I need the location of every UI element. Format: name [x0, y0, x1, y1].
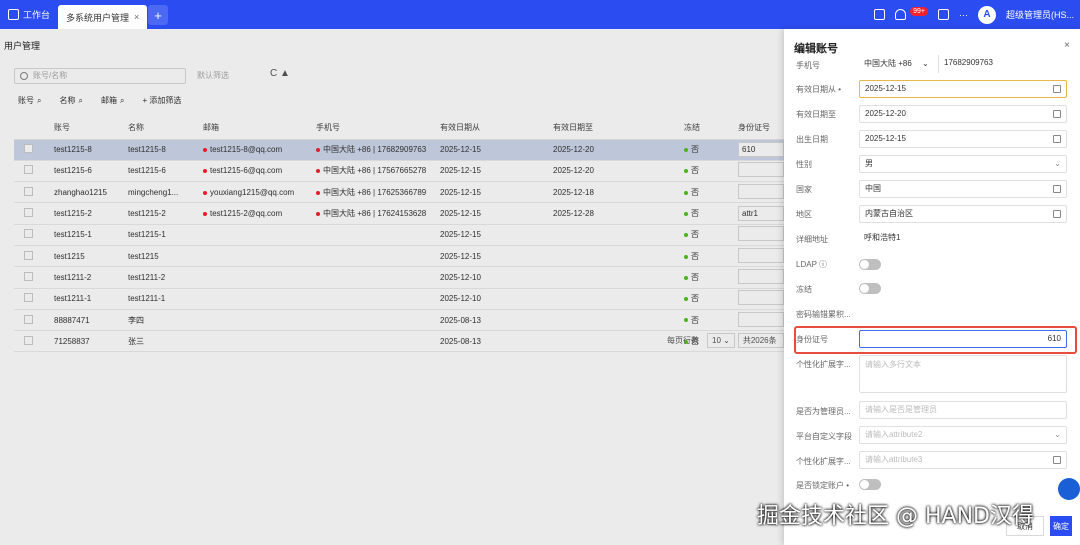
top-bar: 工作台 多系统用户管理 × + 99+ ··· A 超级管理员(HS... [0, 0, 1080, 29]
chevron-down-icon: ⌄ [1054, 159, 1061, 168]
calendar-icon[interactable] [1053, 110, 1061, 118]
phone-label: 手机号 [796, 61, 820, 70]
tab-home-label: 工作台 [23, 9, 51, 20]
region-label: 地区 [796, 210, 812, 219]
country-input[interactable]: 中国 [859, 180, 1067, 198]
assistant-icon[interactable] [1058, 478, 1080, 500]
admin-input[interactable]: 请输入是否是管理员 [859, 401, 1067, 419]
ext2-input[interactable]: 请输入attribute3 [859, 451, 1067, 469]
lock-label: 是否锁定账户 • [796, 481, 850, 490]
address-input[interactable]: 呼和浩特1 [859, 230, 1067, 248]
pwd-error-label: 密码输错累积... [796, 310, 851, 319]
calendar-icon[interactable] [1053, 456, 1061, 464]
ldap-label: LDAP ⓘ [796, 260, 827, 269]
country-label: 国家 [796, 185, 812, 194]
bell-icon[interactable] [895, 9, 907, 20]
calendar-icon[interactable] [1053, 135, 1061, 143]
user-name[interactable]: 超级管理员(HS... [1006, 8, 1074, 21]
drawer-title: 编辑账号 [794, 43, 838, 55]
chevron-down-icon: ⌄ [922, 59, 929, 68]
top-right-tools: 99+ ··· A 超级管理员(HS... [874, 0, 1074, 29]
to-date-input[interactable]: 2025-12-20 [859, 105, 1067, 123]
lock-toggle[interactable] [859, 479, 881, 490]
calendar-icon[interactable] [1053, 85, 1061, 93]
from-date-input[interactable]: 2025-12-15 [859, 80, 1067, 98]
avatar[interactable]: A [977, 5, 996, 24]
close-icon[interactable]: × [134, 12, 139, 22]
birth-date-input[interactable]: 2025-12-15 [859, 130, 1067, 148]
confirm-button[interactable]: 确定 [1050, 516, 1072, 536]
gender-label: 性别 [796, 160, 812, 169]
ext1-label: 个性化扩展字... [796, 360, 851, 369]
ldap-toggle[interactable] [859, 259, 881, 270]
tab-home[interactable]: 工作台 [4, 4, 54, 24]
platform-select[interactable]: 请输入attribute2 ⌄ [859, 426, 1067, 444]
region-input[interactable]: 内蒙古自治区 [859, 205, 1067, 223]
from-label: 有效日期从 • [796, 85, 842, 94]
more-icon[interactable]: ··· [959, 10, 968, 20]
edit-account-drawer: 编辑账号 × 手机号 中国大陆 +86 ⌄ 17682909763 有效日期从 … [784, 29, 1080, 545]
highlight-box [794, 326, 1077, 354]
lookup-icon[interactable] [1053, 185, 1061, 193]
notification-badge: 99+ [910, 7, 928, 16]
tab-user-management[interactable]: 多系统用户管理 × [58, 5, 148, 29]
frozen-label: 冻结 [796, 285, 812, 294]
phone-region-select[interactable]: 中国大陆 +86 ⌄ [859, 55, 939, 73]
chevron-down-icon: ⌄ [1054, 430, 1061, 439]
admin-label: 是否为管理员... [796, 407, 851, 416]
frozen-toggle[interactable] [859, 283, 881, 294]
add-tab-button[interactable]: + [148, 5, 168, 25]
close-icon[interactable]: × [1064, 40, 1070, 51]
ext1-textarea[interactable]: 请输入多行文本 [859, 355, 1067, 393]
modal-mask[interactable] [0, 29, 784, 545]
tab-label: 多系统用户管理 [66, 12, 130, 23]
watermark-text: 掘金技术社区 @ HAND汉得 [757, 504, 1034, 529]
gender-select[interactable]: 男 ⌄ [859, 155, 1067, 173]
to-label: 有效日期至 [796, 110, 836, 119]
address-label: 详细地址 [796, 235, 828, 244]
monitor-icon [8, 8, 19, 20]
lookup-icon[interactable] [1053, 210, 1061, 218]
shirt-icon[interactable] [937, 9, 949, 20]
screenshot-icon[interactable] [874, 9, 886, 20]
platform-label: 平台自定义字段 [796, 432, 852, 441]
birth-label: 出生日期 [796, 135, 828, 144]
ext2-label: 个性化扩展字... [796, 457, 851, 466]
phone-input[interactable]: 17682909763 [939, 55, 1059, 73]
